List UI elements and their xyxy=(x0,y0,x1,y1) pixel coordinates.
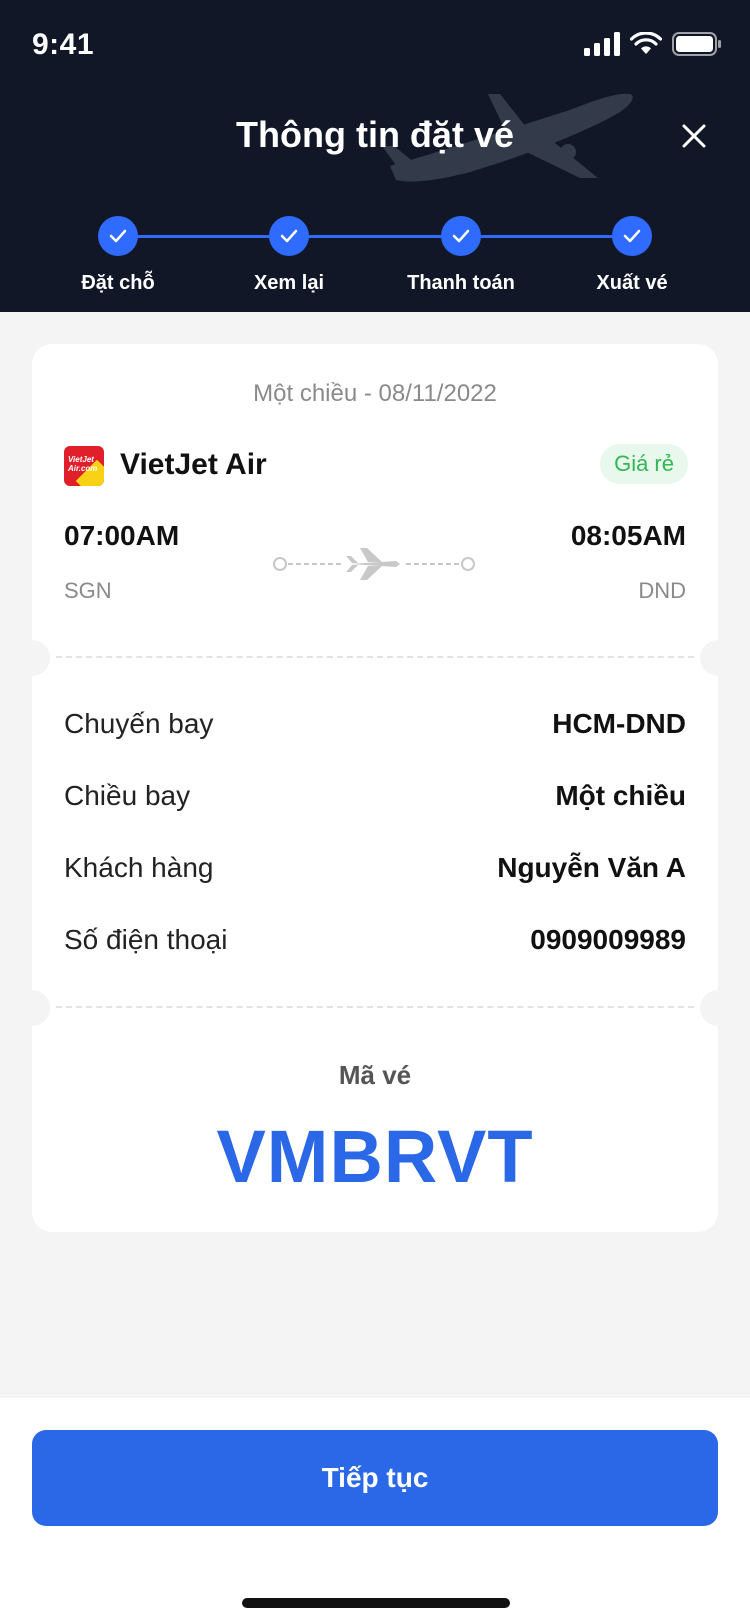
detail-value: 0909009989 xyxy=(530,924,686,955)
check-icon xyxy=(623,229,641,243)
step-dat-cho: Đặt chỗ xyxy=(18,216,218,295)
bottom-bar: Tiếp tục xyxy=(0,1398,750,1624)
detail-label: Chiều bay xyxy=(64,780,191,811)
detail-value: Một chiều xyxy=(555,780,686,811)
step-xuat-ve: Xuất vé xyxy=(532,216,732,295)
detail-row-customer: Khách hàng Nguyễn Văn A xyxy=(64,848,686,888)
detail-label: Số điện thoại xyxy=(64,924,228,955)
check-icon xyxy=(109,229,127,243)
trip-date: Một chiều - 08/11/2022 xyxy=(253,380,497,407)
airplane-icon xyxy=(346,548,400,580)
detail-row-direction: Chiều bay Một chiều xyxy=(64,776,686,816)
step-thanh-toan: Thanh toán xyxy=(361,216,561,295)
step-check xyxy=(612,216,652,256)
step-check xyxy=(269,216,309,256)
close-icon[interactable] xyxy=(676,118,712,154)
status-time: 9:41 xyxy=(32,28,95,61)
airline-name: VietJet Air xyxy=(120,448,267,481)
arrive-time: 08:05AM xyxy=(570,520,686,551)
flight-route xyxy=(273,548,475,580)
home-indicator xyxy=(242,1598,510,1608)
ticket-notch-right xyxy=(700,640,736,676)
status-icons xyxy=(584,30,722,58)
fare-badge: Giá rẻ xyxy=(600,444,688,484)
check-icon xyxy=(452,229,470,243)
detail-row-phone: Số điện thoại 0909009989 xyxy=(64,920,686,960)
detail-value: HCM-DND xyxy=(552,708,686,739)
depart-time: 07:00AM xyxy=(64,520,180,551)
vietjet-logo: VietJet Air.com xyxy=(64,446,104,486)
ticket-divider xyxy=(56,1006,694,1008)
page-title: Thông tin đặt vé xyxy=(236,114,514,155)
ticket-notch-left xyxy=(14,640,50,676)
ticket-card: Một chiều - 08/11/2022 VietJet Air.com Vi… xyxy=(14,344,736,1232)
detail-row-flight: Chuyến bay HCM-DND xyxy=(64,704,686,744)
detail-value: Nguyễn Văn A xyxy=(497,852,686,883)
step-check xyxy=(441,216,481,256)
step-label: Đặt chỗ xyxy=(81,272,155,294)
step-xem-lai: Xem lại xyxy=(189,216,389,295)
step-label: Thanh toán xyxy=(407,272,515,294)
ticket-divider xyxy=(56,656,694,658)
step-check xyxy=(98,216,138,256)
arrive-code: DND xyxy=(638,578,686,603)
ticket-code-label: Mã vé xyxy=(338,1060,412,1090)
depart-code: SGN xyxy=(64,578,112,603)
continue-button[interactable]: Tiếp tục xyxy=(32,1430,718,1526)
detail-label: Chuyến bay xyxy=(64,708,214,739)
step-label: Xuất vé xyxy=(596,272,668,294)
header: 9:41 Thông tin đặt vé Đặt chỗ Xem lại Th… xyxy=(0,0,750,312)
ticket-code: VMBRVT xyxy=(216,1115,534,1198)
ticket-notch-left xyxy=(14,990,50,1026)
check-icon xyxy=(280,229,298,243)
battery-icon xyxy=(672,32,721,56)
step-label: Xem lại xyxy=(253,272,325,294)
detail-label: Khách hàng xyxy=(64,852,214,883)
signal-icon xyxy=(584,32,620,56)
ticket-notch-right xyxy=(700,990,736,1026)
wifi-icon xyxy=(630,32,662,54)
